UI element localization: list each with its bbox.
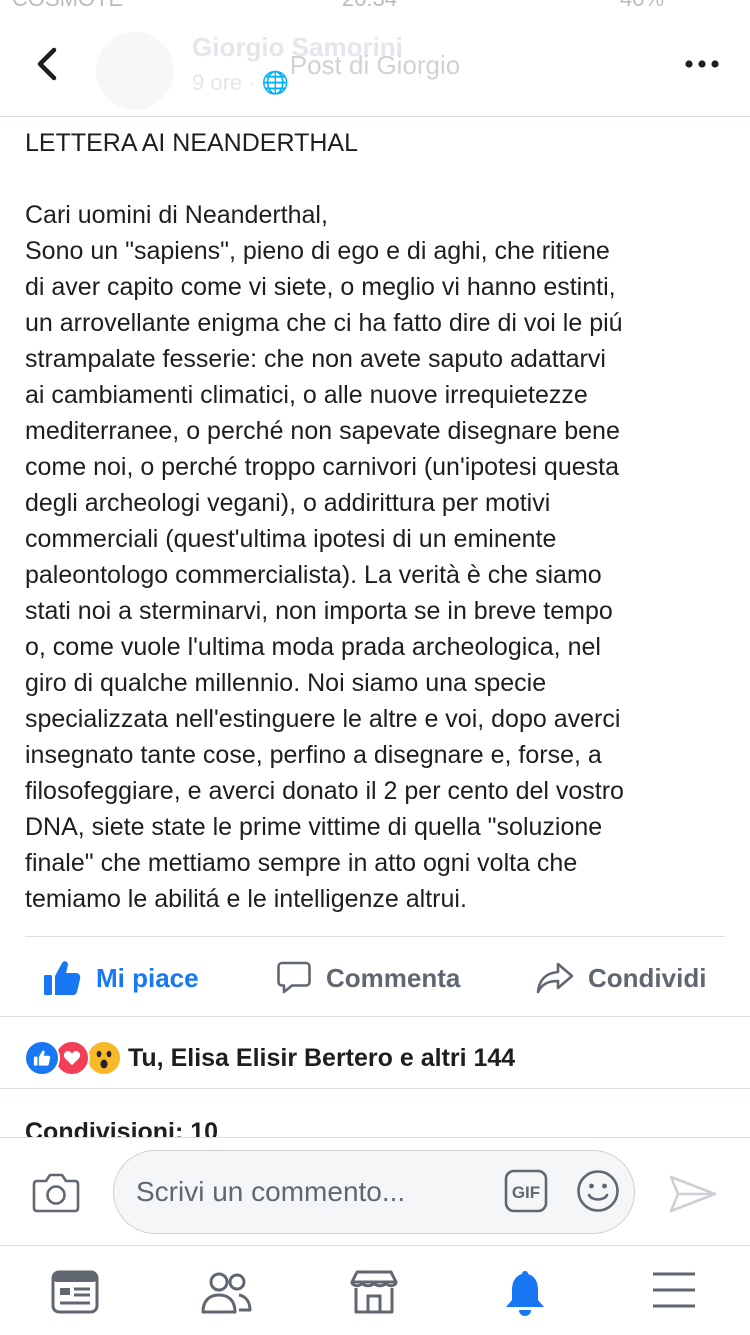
post-body-text: Cari uomini di Neanderthal, Sono un "sap…	[25, 201, 624, 913]
share-button[interactable]: Condividi	[536, 940, 706, 1016]
hamburger-menu-icon	[653, 1272, 695, 1308]
tab-notifications[interactable]	[500, 1268, 554, 1318]
gif-icon: GIF	[504, 1169, 548, 1213]
comment-label: Commenta	[326, 962, 461, 993]
comment-field-container: GIF	[113, 1150, 635, 1234]
like-button[interactable]: Mi piace	[42, 940, 199, 1016]
tab-groups[interactable]	[199, 1268, 253, 1318]
send-icon	[669, 1175, 717, 1213]
camera-button[interactable]	[32, 1170, 80, 1214]
bottom-tab-bar	[0, 1245, 750, 1335]
thumbs-up-icon	[44, 961, 81, 995]
more-options-button[interactable]	[684, 56, 720, 72]
comment-composer: GIF	[0, 1137, 750, 1246]
speech-bubble-icon	[277, 961, 311, 994]
share-label: Condividi	[588, 962, 707, 993]
divider	[25, 936, 725, 937]
news-feed-icon	[51, 1270, 99, 1314]
page-title: Post di Giorgio	[289, 50, 461, 80]
battery-level: 40%	[620, 0, 664, 10]
like-reaction-icon	[24, 1040, 60, 1076]
tab-news-feed[interactable]	[50, 1268, 104, 1318]
emoji-button[interactable]	[576, 1169, 620, 1213]
status-bar: COSMOTE 20:34 40%	[0, 0, 750, 10]
camera-icon	[32, 1173, 80, 1213]
tab-marketplace[interactable]	[348, 1268, 402, 1318]
comment-input[interactable]	[136, 1151, 476, 1233]
reactors-text: Tu, Elisa Elisir Bertero e altri 144	[128, 1043, 516, 1072]
gif-button[interactable]: GIF	[504, 1169, 548, 1213]
reactions-summary[interactable]: Tu, Elisa Elisir Bertero e altri 144	[24, 1038, 515, 1078]
send-button[interactable]	[668, 1174, 718, 1214]
share-arrow-icon	[536, 962, 574, 994]
top-navigation-bar: Giorgio Samorini 9 ore · 🌐 Post di Giorg…	[0, 10, 750, 117]
carrier-label: COSMOTE	[12, 0, 123, 10]
storefront-icon	[350, 1270, 398, 1314]
reaction-icons	[24, 1040, 124, 1076]
post-action-bar: Mi piace Commenta Condividi	[0, 940, 750, 1016]
gif-label: GIF	[512, 1183, 540, 1202]
comment-button[interactable]: Commenta	[276, 940, 460, 1016]
bell-icon	[506, 1271, 544, 1316]
wow-reaction-icon	[86, 1040, 122, 1076]
more-dots-icon	[685, 60, 719, 68]
shares-count[interactable]: Condivisioni: 10	[25, 1112, 218, 1138]
clock: 20:34	[342, 0, 397, 10]
post-heading: LETTERA AI NEANDERTHAL	[25, 129, 358, 157]
like-label: Mi piace	[96, 962, 199, 993]
people-icon	[201, 1272, 252, 1314]
post-content: LETTERA AI NEANDERTHAL Cari uomini di Ne…	[25, 125, 725, 917]
tab-menu[interactable]	[650, 1268, 704, 1318]
smiley-icon	[577, 1170, 619, 1212]
divider	[0, 1016, 750, 1017]
divider	[0, 1088, 750, 1089]
